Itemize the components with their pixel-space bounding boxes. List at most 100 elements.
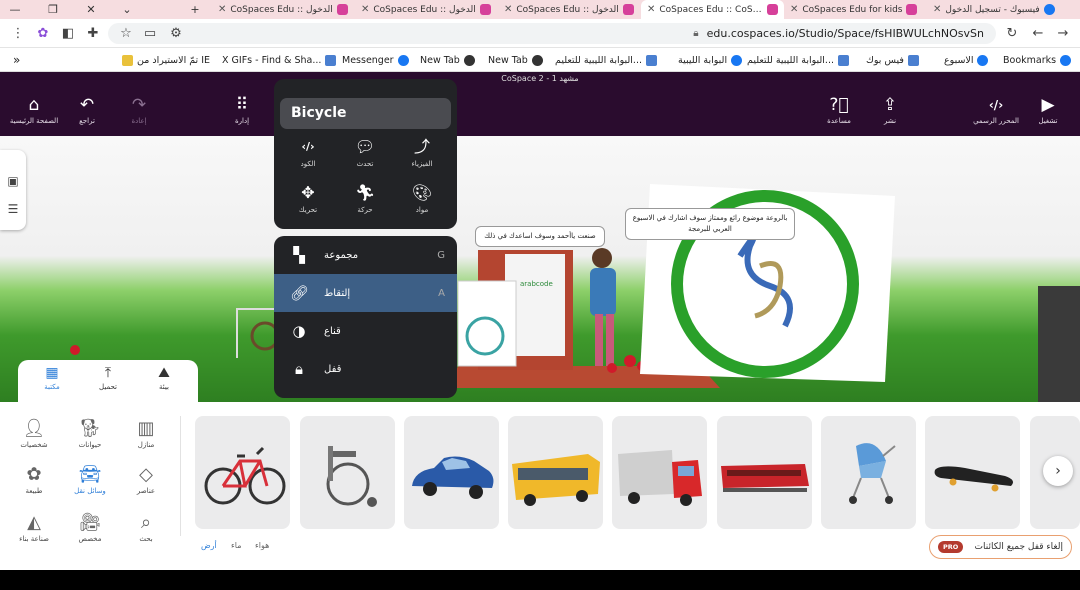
category-search[interactable]: ⌕ بحث [122,512,170,558]
tab-close-icon[interactable]: ✕ [218,4,226,15]
facebook-icon [977,54,989,66]
home-icon: ⌂ [28,95,40,115]
undo-button[interactable]: ↶ تراجع [57,96,117,132]
category-animals[interactable]: 🐕︎ حيوانات [66,418,114,464]
category-items[interactable]: ◇ عناصر [122,464,170,510]
item-truck[interactable] [612,416,707,529]
material-action[interactable]: 🎨︎ مواد [394,183,450,227]
tab-search-icon[interactable]: ⌄ [116,0,138,19]
save-page-icon[interactable]: ▭ [142,25,158,41]
bookmark-new-tab-2[interactable]: New Tab [488,52,543,68]
bookmark-label: Messenger [342,54,394,66]
item-car[interactable] [404,416,499,529]
category-custom[interactable]: 🎥︎ مخصص [66,512,114,558]
manage-button[interactable]: ⠿ إدارة [212,96,272,132]
restore-icon[interactable]: ❐ [42,0,64,19]
item-bicycle[interactable] [195,416,290,529]
group-option[interactable]: ▚ مجموعة G [274,236,457,274]
tab-cospaces-kids[interactable]: ✕ CoSpaces Edu for kids [784,0,927,19]
attach-option[interactable]: 🔗︎ إلتقاط A [274,274,457,312]
mask-option[interactable]: ◑ قناع [274,312,457,350]
speech-action[interactable]: 💬︎ تحدث [337,137,393,181]
bookmark-libya-portal[interactable]: البوابة الليبية [678,52,743,68]
gallery-icon[interactable]: ▣ [6,174,20,188]
help-icon: ?⃝ [829,95,849,115]
item-wheelchair[interactable] [300,416,395,529]
forward-icon[interactable]: → [1055,25,1071,41]
tab-close-icon[interactable]: ✕ [504,4,512,15]
category-transport[interactable]: 🚘︎ وسائل نقل [66,464,114,510]
tab-library[interactable]: ▦ مكتبة [24,365,80,399]
mask-icon: ◑ [292,322,306,340]
tab-close-icon[interactable]: ✕ [933,4,941,15]
site-settings-icon[interactable]: ⚙ [168,25,184,41]
extensions-icon[interactable]: ✚ [85,25,101,41]
bookmark-star-icon[interactable]: ☆ [118,25,134,41]
category-buildings[interactable]: ▥ منازل [122,418,170,464]
subtab-land[interactable]: أرض [201,541,217,550]
lock-label: قفل [324,363,342,375]
bookmark-ie-import[interactable]: تمّ الاستيراد من IE [122,52,210,68]
tab-environment[interactable]: ⛰ بيئة [136,365,192,399]
animation-action[interactable]: 🏃︎ حركة [337,183,393,227]
item-stroller[interactable] [821,416,916,529]
play-button[interactable]: ▶ تشغيل [1018,96,1078,132]
next-items-button[interactable]: › [1043,456,1073,486]
tab-cospaces-login-1[interactable]: ✕ CoSpaces Edu :: الدخول [498,0,641,19]
attach-shortcut: A [438,287,445,299]
bookmark-libya-edu-2[interactable]: البوابة الليبية للتعليم... [555,52,657,68]
sidebar-icon[interactable]: ◧ [60,25,76,41]
url-field[interactable]: 🔒︎ edu.cospaces.io/Studio/Space/fsHIBWUL… [108,23,996,44]
subtab-air[interactable]: هواء [255,541,269,550]
unlock-all-objects-button[interactable]: PRO إلغاء قفل جميع الكائنات [929,535,1072,559]
home-button[interactable]: ⌂ الصفحة الرئيسية [4,96,64,132]
category-nature[interactable]: ✿ طبيعة [10,464,58,510]
bookmark-x-gifs[interactable]: X GIFs - Find & Sha... [222,52,337,68]
tab-facebook[interactable]: ✕ فيسبوك - تسجيل الدخول [927,0,1080,19]
lock-option[interactable]: 🔒︎ قفل [274,350,457,388]
unlock-label: إلغاء قفل جميع الكائنات [974,542,1063,552]
redo-button[interactable]: ↷ إعادة [109,96,169,132]
reload-icon[interactable]: ↻ [1004,25,1020,41]
group-shortcut: G [437,249,445,261]
bookmark-week[interactable]: الاسبوع [944,52,989,68]
item-skateboard[interactable] [925,416,1020,529]
physics-action[interactable]: ⤴ الفيزياء [394,137,450,181]
minimize-icon[interactable]: — [4,0,26,19]
bicycle-image [204,446,286,505]
code-editor-button[interactable]: ‹/› المحرر الرسمي [966,96,1026,132]
move-action[interactable]: ✥ تحريك [280,183,336,227]
share-button[interactable]: ⇪ نشر [860,96,920,132]
category-building-blocks[interactable]: ◭ صناعة بناء [10,512,58,558]
bookmark-new-tab-1[interactable]: New Tab [420,52,475,68]
tab-cospaces-login-3[interactable]: ✕ CoSpaces Edu :: الدخول [212,0,355,19]
tab-close-icon[interactable]: ✕ [647,4,655,15]
back-icon[interactable]: ← [1030,25,1046,41]
object-name-field[interactable]: Bicycle [280,98,451,129]
tab-close-icon[interactable]: ✕ [361,4,369,15]
tab-cospaces-active[interactable]: ✕ CoSpaces Edu :: CoSpaces [641,0,784,19]
subtab-water[interactable]: ماء [231,541,241,550]
menu-dots-icon[interactable]: ⋮ [10,25,26,41]
code-action[interactable]: ‹/› الكود [280,137,336,181]
tab-close-icon[interactable]: ✕ [790,4,798,15]
new-tab-button[interactable]: + [184,0,206,19]
bookmark-bookmarks[interactable]: Bookmarks [1003,52,1072,68]
close-window-icon[interactable]: ✕ [80,0,102,19]
tab-cospaces-login-2[interactable]: ✕ CoSpaces Edu :: الدخول [355,0,498,19]
category-label: وسائل نقل [74,487,106,495]
bookmark-label: البوابة الليبية [678,54,728,66]
physics-icon: ⤴ [413,137,430,156]
category-characters[interactable]: 👤︎ شخصيات [10,418,58,464]
tab-upload[interactable]: ⤒ تحميل [80,365,136,399]
bookmark-libya-edu-1[interactable]: البوابة الليبية للتعليم... [747,52,849,68]
item-bus[interactable] [508,416,603,529]
bookmark-messenger[interactable]: Messenger [342,52,409,68]
bookmarks-more-button[interactable]: » [13,52,20,68]
list-icon[interactable]: ☰ [6,202,20,216]
bookmark-facebook[interactable]: فيس بوك [866,52,919,68]
extension-puzzle-icon[interactable]: ✿ [35,25,51,41]
item-train[interactable] [717,416,812,529]
bookmark-label: فيس بوك [866,54,904,66]
code-editor-label: المحرر الرسمي [973,117,1019,125]
